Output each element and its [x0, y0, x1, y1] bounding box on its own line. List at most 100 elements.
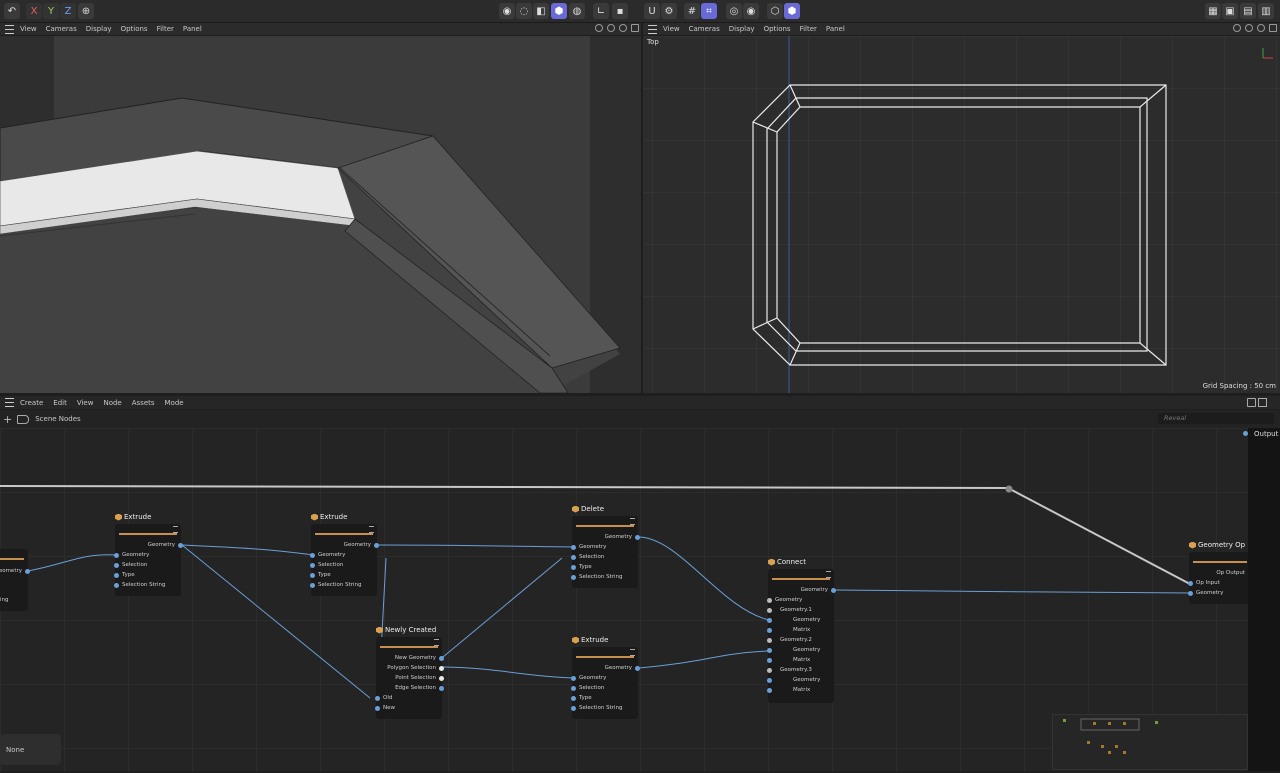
breadcrumb[interactable]: Scene Nodes — [35, 415, 80, 423]
reveal-search-input[interactable]: Reveal — [1158, 413, 1274, 424]
render-region-icon[interactable]: ▦ — [1205, 3, 1221, 19]
port-dot[interactable] — [767, 668, 772, 673]
move-view-icon[interactable] — [607, 24, 615, 32]
axis-x-button[interactable]: X — [26, 3, 42, 19]
port-dot[interactable] — [310, 573, 315, 578]
perspective-viewport[interactable] — [0, 36, 641, 393]
port-dot[interactable] — [310, 553, 315, 558]
menu-display[interactable]: Display — [729, 25, 755, 33]
menu-edit[interactable]: Edit — [53, 399, 67, 407]
menu-mode[interactable]: Mode — [165, 399, 184, 407]
menu-panel[interactable]: Panel — [183, 25, 202, 33]
edit-render-settings-icon[interactable]: ▥ — [1258, 3, 1274, 19]
port-dot[interactable] — [635, 535, 640, 540]
menu-create[interactable]: Create — [20, 399, 43, 407]
node-editor-menu-icon[interactable] — [5, 398, 14, 407]
port-dot[interactable] — [178, 543, 183, 548]
node-menu-icon[interactable] — [173, 526, 178, 533]
port-dot[interactable] — [375, 696, 380, 701]
output-port-dot[interactable] — [1243, 431, 1248, 436]
quantize-icon[interactable]: ⌗ — [701, 3, 717, 19]
render-view-icon[interactable]: ▣ — [1222, 3, 1238, 19]
menu-filter[interactable]: Filter — [157, 25, 174, 33]
port-dot[interactable] — [25, 569, 30, 574]
menu-view[interactable]: View — [663, 25, 680, 33]
port-dot[interactable] — [114, 573, 119, 578]
menu-options[interactable]: Options — [121, 25, 148, 33]
port-dot[interactable] — [767, 638, 772, 643]
port-dot[interactable] — [1188, 591, 1193, 596]
axis-z-button[interactable]: Z — [60, 3, 76, 19]
magnet-icon[interactable]: Ս — [644, 3, 660, 19]
port-dot[interactable] — [439, 676, 444, 681]
menu-cameras[interactable]: Cameras — [46, 25, 77, 33]
node-menu-icon[interactable] — [434, 639, 439, 646]
ir-icon[interactable]: ⬡ — [767, 3, 783, 19]
texture-mode-icon[interactable]: ◍ — [569, 3, 585, 19]
rotate-view-icon[interactable] — [619, 24, 627, 32]
maximize-view-icon[interactable] — [1269, 24, 1277, 32]
extrude-node-2[interactable]: Extrude Geometry Geometry Selection Type… — [310, 513, 379, 596]
port-dot[interactable] — [767, 618, 772, 623]
connect-node[interactable]: Connect Geometry Geometry Geometry.1 Geo… — [767, 558, 836, 703]
add-icon[interactable]: + — [3, 413, 12, 426]
coordinate-system-icon[interactable]: ⊕ — [78, 3, 94, 19]
model-mode-icon[interactable]: ◧ — [533, 3, 549, 19]
port-dot[interactable] — [571, 545, 576, 550]
menu-options[interactable]: Options — [764, 25, 791, 33]
render-queue-icon[interactable]: ▤ — [1240, 3, 1256, 19]
grid-snap-icon[interactable]: # — [684, 3, 700, 19]
menu-panel[interactable]: Panel — [826, 25, 845, 33]
port-dot[interactable] — [439, 656, 444, 661]
menu-display[interactable]: Display — [86, 25, 112, 33]
viewport-menu-icon[interactable] — [648, 24, 657, 34]
port-dot[interactable] — [439, 666, 444, 671]
extrude-node-3[interactable]: Extrude Geometry Geometry Selection Type… — [571, 636, 640, 719]
pan-icon[interactable] — [595, 24, 603, 32]
delete-node[interactable]: Delete Geometry Geometry Selection Type … — [571, 505, 640, 588]
move-icon[interactable]: ◌ — [516, 3, 532, 19]
port-dot[interactable] — [831, 588, 836, 593]
port-dot[interactable] — [1188, 581, 1193, 586]
port-dot[interactable] — [375, 706, 380, 711]
port-dot[interactable] — [767, 598, 772, 603]
node-menu-icon[interactable] — [369, 526, 374, 533]
top-viewport[interactable]: Top Grid Spacing : 50 cm — [643, 36, 1280, 393]
menu-filter[interactable]: Filter — [800, 25, 817, 33]
expand-icon[interactable] — [1258, 398, 1267, 407]
port-dot[interactable] — [571, 686, 576, 691]
menu-assets[interactable]: Assets — [132, 399, 155, 407]
node-menu-icon[interactable] — [630, 649, 635, 656]
port-dot[interactable] — [114, 583, 119, 588]
port-dot[interactable] — [571, 575, 576, 580]
live-select-icon[interactable]: ◉ — [499, 3, 515, 19]
rotate-view-icon[interactable] — [1257, 24, 1265, 32]
maximize-view-icon[interactable] — [631, 24, 639, 32]
node-menu-icon[interactable] — [826, 571, 831, 578]
port-dot[interactable] — [767, 658, 772, 663]
viewport-menu-icon[interactable] — [5, 24, 14, 34]
status-none-box[interactable]: None — [0, 734, 61, 765]
port-dot[interactable] — [767, 688, 772, 693]
port-dot[interactable] — [114, 563, 119, 568]
move-view-icon[interactable] — [1245, 24, 1253, 32]
axis-y-button[interactable]: Y — [43, 3, 59, 19]
geometry-op-node[interactable]: Geometry Op Op Output Op Input Geometry — [1188, 541, 1251, 604]
port-dot[interactable] — [310, 563, 315, 568]
partial-node[interactable]: Geometry ing — [0, 549, 30, 611]
lock-icon[interactable] — [1247, 398, 1256, 407]
port-dot[interactable] — [439, 686, 444, 691]
menu-cameras[interactable]: Cameras — [689, 25, 720, 33]
port-dot[interactable] — [767, 608, 772, 613]
pan-icon[interactable] — [1233, 24, 1241, 32]
render-settings-icon[interactable]: ◉ — [743, 3, 759, 19]
symmetry-icon[interactable]: ⚙ — [661, 3, 677, 19]
menu-view[interactable]: View — [20, 25, 37, 33]
polygon-mode-icon[interactable]: ⬢ — [551, 3, 567, 19]
render-icon[interactable]: ◎ — [726, 3, 742, 19]
port-dot[interactable] — [635, 666, 640, 671]
extrude-node-1[interactable]: Extrude Geometry Geometry Selection Type… — [114, 513, 183, 596]
port-dot[interactable] — [310, 583, 315, 588]
picture-viewer-icon[interactable]: ⬢ — [784, 3, 800, 19]
snap-settings-icon[interactable]: ▪ — [612, 3, 628, 19]
